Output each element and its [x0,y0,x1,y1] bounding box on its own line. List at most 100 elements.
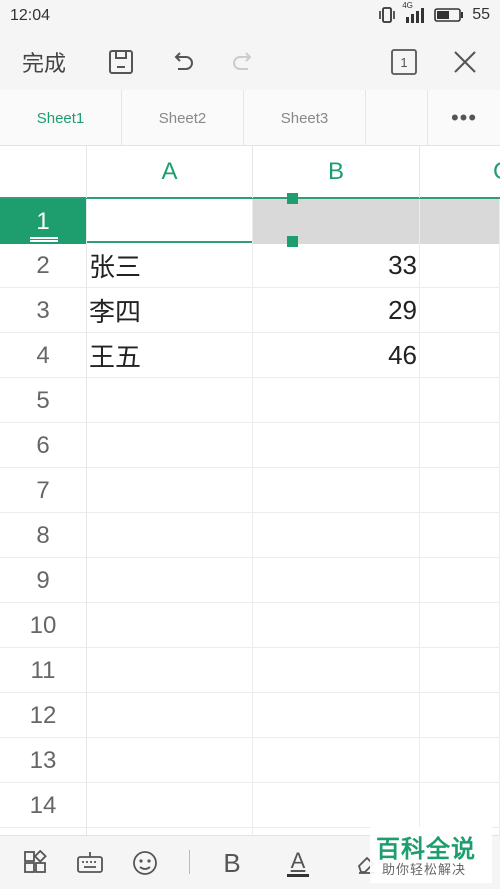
table-row[interactable]: 9 [0,558,500,603]
selection-handle-top[interactable] [287,193,298,204]
row-number[interactable]: 11 [0,648,87,693]
cell-c[interactable] [420,378,500,423]
page-count: 1 [400,54,408,70]
cell-c[interactable] [420,603,500,648]
emoji-icon[interactable] [129,847,161,879]
table-row[interactable]: 12 [0,693,500,738]
cell-b[interactable]: 46 [253,333,420,378]
row-number[interactable]: 15 [0,828,87,835]
table-row[interactable]: 8 [0,513,500,558]
table-row[interactable]: 7 [0,468,500,513]
row-number[interactable]: 3 [0,288,87,333]
tab-sheet3[interactable]: Sheet3 [244,90,366,146]
cell-b[interactable] [253,648,420,693]
tab-empty[interactable] [366,90,428,146]
cell-b[interactable] [253,468,420,513]
cell-b[interactable] [253,513,420,558]
table-row[interactable]: 10 [0,603,500,648]
row-number[interactable]: 5 [0,378,87,423]
cell-c[interactable] [420,648,500,693]
signal-icon: 4G [402,1,426,24]
cell-a[interactable] [87,828,253,835]
cell-a[interactable] [87,513,253,558]
cell-c[interactable] [420,333,500,378]
row-number[interactable]: 10 [0,603,87,648]
watermark: 百科全说 助你轻松解决 [370,827,492,883]
cell-a[interactable]: 李四 [87,288,253,333]
table-row[interactable]: 11 [0,648,500,693]
row-resize-handle[interactable] [30,237,58,242]
tab-sheet1[interactable]: Sheet1 [0,90,122,146]
cell-c[interactable] [420,243,500,288]
cell-b[interactable] [253,378,420,423]
cell-b[interactable] [253,603,420,648]
row-number[interactable]: 2 [0,243,87,288]
row-number[interactable]: 4 [0,333,87,378]
cell-c[interactable] [420,693,500,738]
cell-a[interactable] [87,468,253,513]
cell-b[interactable] [253,693,420,738]
close-icon[interactable] [447,44,483,80]
keyboard-icon[interactable] [74,847,106,879]
column-header-b[interactable]: B [253,146,420,198]
cell-a[interactable] [87,738,253,783]
watermark-subtitle: 助你轻松解决 [382,863,467,878]
cell-b[interactable] [253,558,420,603]
bold-button[interactable]: B [216,847,248,879]
cell-c[interactable] [420,423,500,468]
table-row[interactable]: 14 [0,783,500,828]
cell-a[interactable] [87,558,253,603]
save-icon[interactable] [103,44,139,80]
cell-a[interactable] [87,783,253,828]
font-color-button[interactable]: A [282,847,314,879]
row-number[interactable]: 9 [0,558,87,603]
table-row[interactable]: 1 [0,193,500,247]
cell-a[interactable] [87,693,253,738]
tab-sheet2[interactable]: Sheet2 [122,90,244,146]
cell-b[interactable] [253,783,420,828]
cell-c[interactable] [420,513,500,558]
cell-c[interactable] [420,783,500,828]
row-number[interactable]: 13 [0,738,87,783]
table-row[interactable]: 4 王五 46 [0,333,500,378]
cell-b[interactable]: 33 [253,243,420,288]
toolbar-divider [189,850,190,874]
table-row[interactable]: 6 [0,423,500,468]
row-number[interactable]: 6 [0,423,87,468]
cell-b[interactable] [253,423,420,468]
cell-a[interactable] [87,378,253,423]
cell-c[interactable] [420,738,500,783]
page-count-icon[interactable]: 1 [386,44,422,80]
cell-c[interactable] [420,558,500,603]
spreadsheet-grid[interactable]: A B C 12张三333李四294王五4656789101112131415 [0,146,500,835]
row-number[interactable]: 12 [0,693,87,738]
undo-icon[interactable] [164,44,200,80]
cell-a[interactable] [87,603,253,648]
cell-c[interactable] [420,199,500,244]
cell-a[interactable] [87,423,253,468]
done-button[interactable]: 完成 [22,46,66,78]
cell-b[interactable]: 29 [253,288,420,333]
row-number[interactable]: 8 [0,513,87,558]
cell-c[interactable] [420,468,500,513]
cell-a[interactable]: 王五 [87,333,253,378]
more-tabs-button[interactable]: ••• [428,90,500,146]
cell-c[interactable] [420,288,500,333]
table-row[interactable]: 13 [0,738,500,783]
row-number[interactable]: 14 [0,783,87,828]
apps-icon[interactable] [19,847,51,879]
cell-a[interactable] [87,199,253,244]
select-all-corner[interactable] [0,146,87,198]
column-header-c[interactable]: C [420,146,500,198]
cell-a[interactable]: 张三 [87,243,253,288]
cell-b[interactable] [253,199,420,244]
table-row[interactable]: 3 李四 29 [0,288,500,333]
redo-icon[interactable] [226,44,262,80]
column-header-a[interactable]: A [87,146,253,198]
cell-a[interactable] [87,648,253,693]
table-row[interactable]: 5 [0,378,500,423]
cell-b[interactable] [253,738,420,783]
row-number[interactable]: 7 [0,468,87,513]
status-time: 12:04 [10,7,51,24]
table-row[interactable]: 2 张三 33 [0,243,500,288]
